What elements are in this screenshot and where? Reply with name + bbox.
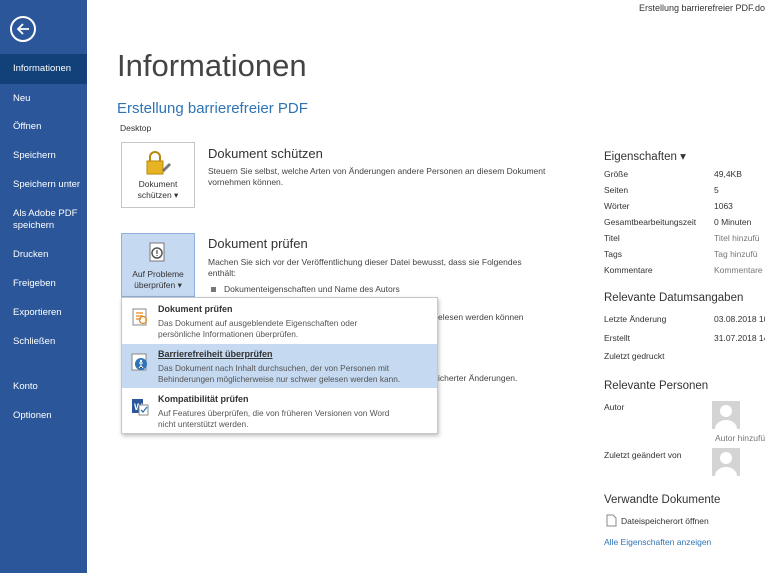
dates-heading: Relevante Datumsangaben — [604, 292, 744, 304]
sidebar-item-oeffnen[interactable]: Öffnen — [0, 121, 87, 133]
sidebar-item-speichern[interactable]: Speichern — [0, 150, 87, 162]
properties-heading[interactable]: Eigenschaften ▾ — [604, 149, 686, 163]
modified-by-label: Zuletzt geändert von — [604, 450, 682, 460]
menu-item-inspect-document[interactable]: Dokument prüfen Das Dokument auf ausgebl… — [122, 299, 437, 343]
author-label: Autor — [604, 402, 625, 412]
sidebar-item-adobe-pdf[interactable]: Als Adobe PDF speichern — [0, 208, 87, 232]
protect-document-button[interactable]: Dokument schützen ▾ — [121, 142, 195, 208]
inspect-partial-text-2: icherter Änderungen. — [438, 373, 518, 383]
sidebar-item-exportieren[interactable]: Exportieren — [0, 307, 87, 319]
sidebar-item-neu[interactable]: Neu — [0, 93, 87, 105]
inspect-text-2: enthält: — [208, 268, 236, 278]
date-value-modified: 03.08.2018 10 — [714, 314, 765, 324]
prop-label-comments: Kommentare — [604, 265, 653, 275]
protect-tile-label-1: Dokument — [138, 179, 178, 189]
prop-label-title: Titel — [604, 233, 620, 243]
date-label-modified: Letzte Änderung — [604, 314, 667, 324]
protect-tile-label-2: schützen ▾ — [137, 190, 179, 200]
bullet-icon — [211, 287, 216, 293]
date-label-printed: Zuletzt gedruckt — [604, 351, 665, 361]
person-icon — [715, 405, 737, 429]
prop-label-editing-time: Gesamtbearbeitungszeit — [604, 217, 697, 227]
show-all-properties-link[interactable]: Alle Eigenschaften anzeigen — [604, 537, 711, 547]
back-arrow-icon — [16, 23, 29, 35]
prop-value-pages: 5 — [714, 185, 719, 195]
inspect-heading: Dokument prüfen — [208, 236, 308, 251]
accessibility-icon — [131, 353, 147, 371]
prop-label-pages: Seiten — [604, 185, 629, 195]
protect-heading: Dokument schützen — [208, 146, 323, 161]
sidebar-item-informationen[interactable]: Informationen — [0, 54, 87, 84]
person-icon — [715, 452, 737, 476]
inspect-document-icon — [132, 308, 148, 326]
sidebar-item-schliessen[interactable]: Schließen — [0, 336, 87, 348]
menu-item-title: Barrierefreiheit überprüfen — [158, 349, 273, 359]
protect-text-1: Steuern Sie selbst, welche Arten von Änd… — [208, 166, 546, 176]
people-heading: Relevante Personen — [604, 380, 709, 392]
lock-icon — [146, 151, 171, 175]
page-title: Informationen — [117, 48, 307, 83]
open-file-location-link[interactable]: Dateispeicherort öffnen — [621, 516, 709, 526]
back-button[interactable] — [10, 16, 36, 42]
protect-text-2: vornehmen können. — [208, 177, 284, 187]
document-location: Desktop — [120, 123, 152, 133]
document-title: Erstellung barrierefreier PDF — [117, 100, 308, 117]
prop-label-words: Wörter — [604, 201, 630, 211]
sidebar-item-optionen[interactable]: Optionen — [0, 410, 87, 422]
menu-item-desc: Auf Features überprüfen, die von frühere… — [158, 408, 390, 429]
file-location-icon — [606, 514, 617, 527]
date-label-created: Erstellt — [604, 333, 630, 343]
sidebar-item-konto[interactable]: Konto — [0, 381, 87, 393]
menu-item-title: Kompatibilität prüfen — [158, 394, 249, 404]
menu-item-title: Dokument prüfen — [158, 304, 233, 314]
prop-label-size: Größe — [604, 169, 629, 179]
window-title: Erstellung barrierefreier PDF.do — [638, 3, 765, 13]
inspect-document-icon — [149, 242, 165, 262]
inspect-text-1: Machen Sie sich vor der Veröffentlichung… — [208, 257, 522, 267]
modified-by-avatar — [712, 448, 740, 476]
inspect-bullet-text: Dokumenteigenschaften und Name des Autor… — [224, 284, 400, 294]
sidebar-item-speichern-unter[interactable]: Speichern unter — [0, 179, 87, 191]
prop-value-comments-input[interactable]: Kommentare — [714, 265, 763, 275]
sidebar-item-drucken[interactable]: Drucken — [0, 249, 87, 261]
prop-value-words: 1063 — [714, 201, 733, 211]
prop-value-editing-time: 0 Minuten — [714, 217, 752, 227]
menu-item-desc: Das Dokument nach Inhalt durchsuchen, de… — [158, 363, 401, 384]
word-compatibility-icon: W — [132, 399, 149, 416]
check-tile-label-1: Auf Probleme — [132, 269, 184, 279]
prop-value-size: 49,4KB — [714, 169, 742, 179]
related-docs-heading: Verwandte Dokumente — [604, 494, 721, 506]
check-tile-label-2: überprüfen ▾ — [134, 280, 182, 290]
author-avatar — [712, 401, 740, 429]
date-value-created: 31.07.2018 14 — [714, 333, 765, 343]
check-issues-button[interactable]: Auf Probleme überprüfen ▾ — [121, 233, 195, 297]
check-issues-menu: Dokument prüfen Das Dokument auf ausgebl… — [121, 297, 438, 434]
inspect-bullet-1: Dokumenteigenschaften und Name des Autor… — [211, 284, 400, 295]
sidebar-item-freigeben[interactable]: Freigeben — [0, 278, 87, 290]
prop-value-title-input[interactable]: Titel hinzufü — [714, 233, 760, 243]
backstage-sidebar: Informationen Neu Öffnen Speichern Speic… — [0, 0, 87, 573]
menu-item-check-compatibility[interactable]: W Kompatibilität prüfen Auf Features übe… — [122, 389, 437, 433]
prop-value-tags-input[interactable]: Tag hinzufü — [714, 249, 757, 259]
inspect-partial-text-1: elesen werden können — [438, 312, 524, 322]
add-author-input[interactable]: Autor hinzufü — [715, 433, 765, 443]
menu-item-desc: Das Dokument auf ausgeblendete Eigenscha… — [158, 318, 358, 339]
menu-item-check-accessibility[interactable]: Barrierefreiheit überprüfen Das Dokument… — [122, 344, 437, 388]
prop-label-tags: Tags — [604, 249, 622, 259]
